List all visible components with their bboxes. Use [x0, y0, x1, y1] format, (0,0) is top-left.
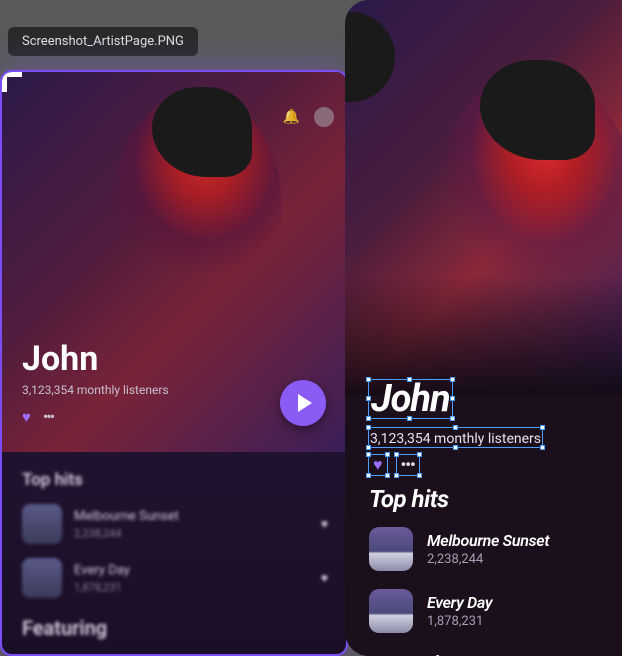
selection-box[interactable]: John [369, 380, 452, 418]
more-icon[interactable]: ••• [43, 407, 53, 426]
album-art [369, 589, 413, 633]
design-canvas-right: John 3,123,354 monthly listeners ♥ ••• [345, 0, 622, 656]
artist-hero-image: John 3,123,354 monthly listeners ♥ ••• [345, 0, 622, 395]
selection-box[interactable]: ••• [397, 455, 419, 475]
track-row[interactable]: Every Day 1,878,231 [369, 589, 598, 633]
featuring-heading: Featuring [369, 651, 598, 656]
track-plays: 2,238,244 [427, 552, 549, 567]
top-hits-heading: Top hits [22, 470, 326, 490]
track-plays: 2,238,244 [74, 527, 326, 540]
top-hits-heading: Top hits [369, 485, 598, 513]
track-plays: 1,878,231 [427, 614, 492, 629]
album-art [369, 527, 413, 571]
track-row[interactable]: Melbourne Sunset 2,238,244 ♥ [22, 504, 326, 544]
album-art [22, 504, 62, 544]
selection-box[interactable]: ♥ [369, 455, 387, 475]
track-name: Every Day [74, 563, 326, 578]
featuring-heading: Featuring [22, 616, 326, 640]
more-icon[interactable]: ••• [397, 453, 419, 476]
selection-box[interactable]: 3,123,354 monthly listeners [369, 428, 542, 447]
track-name: Melbourne Sunset [74, 509, 326, 524]
track-row[interactable]: Every Day 1,878,231 ♥ [22, 558, 326, 598]
artist-name[interactable]: John [369, 377, 452, 421]
track-name: Every Day [427, 593, 492, 612]
artist-name: John [22, 339, 326, 379]
track-name: Melbourne Sunset [427, 531, 549, 550]
crop-corner [2, 72, 22, 92]
album-art [22, 558, 62, 598]
track-heart-icon[interactable]: ♥ [321, 517, 328, 531]
track-plays: 1,878,231 [74, 581, 326, 594]
screenshot-preview-left: 🔔 John 3,123,354 monthly listeners ♥ •••… [0, 70, 348, 656]
play-button[interactable] [280, 380, 326, 426]
bell-icon[interactable]: 🔔 [283, 109, 300, 125]
artist-hero-image: 🔔 John 3,123,354 monthly listeners ♥ ••• [2, 72, 346, 452]
heart-icon[interactable]: ♥ [22, 408, 31, 426]
track-heart-icon[interactable]: ♥ [321, 571, 328, 585]
file-name-label: Screenshot_ArtistPage.PNG [8, 27, 198, 56]
track-row[interactable]: Melbourne Sunset 2,238,244 [369, 527, 598, 571]
avatar[interactable] [314, 107, 334, 127]
